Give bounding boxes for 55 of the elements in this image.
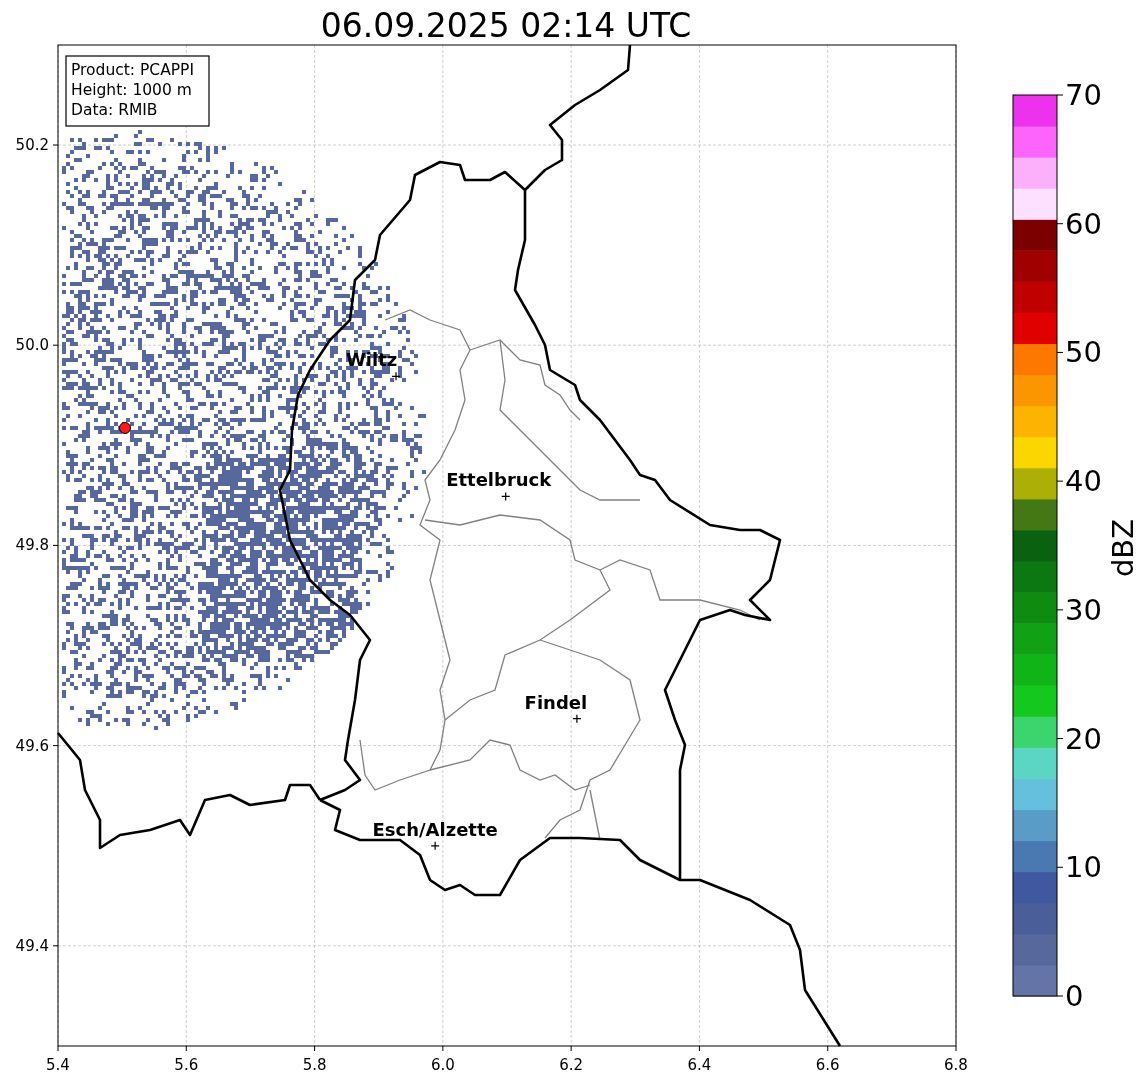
x-tick-label: 5.6 — [174, 1056, 199, 1074]
tick-mark — [52, 945, 59, 947]
tick-mark — [1056, 94, 1064, 96]
tick-mark — [1056, 866, 1064, 868]
city-label: Esch/Alzette — [372, 818, 498, 840]
tick-mark — [1056, 351, 1064, 353]
x-tick-label: 6.0 — [430, 1056, 455, 1074]
y-tick-label: 50.0 — [15, 336, 49, 355]
tick-mark — [52, 745, 59, 747]
y-tick-label: 50.2 — [15, 136, 49, 154]
tick-mark — [185, 1045, 187, 1052]
x-tick-label: 5.8 — [302, 1056, 327, 1074]
tick-mark — [314, 1045, 316, 1052]
city-marker-icon — [430, 841, 440, 851]
x-tick-label: 5.4 — [46, 1056, 70, 1074]
x-tick-label: 6.8 — [944, 1056, 968, 1074]
x-tick-label: 6.2 — [559, 1056, 584, 1074]
info-text: Data: RMIB — [71, 101, 158, 119]
colorbar-tick-label: 50 — [1065, 335, 1102, 370]
tick-mark — [1056, 480, 1064, 482]
colorbar-tick-label: 0 — [1065, 979, 1084, 1013]
city-marker-icon — [391, 371, 401, 381]
y-tick-label: 49.4 — [15, 936, 49, 955]
colorbar-tick-label: 10 — [1065, 850, 1102, 885]
tick-mark — [52, 144, 59, 146]
x-tick-label: 6.6 — [815, 1056, 840, 1074]
colorbar-tick-label: 30 — [1065, 592, 1102, 627]
y-tick-label: 49.8 — [15, 536, 49, 555]
colorbar-tick-label: 40 — [1065, 464, 1102, 499]
city-marker-icon — [501, 491, 511, 502]
tick-mark — [955, 1045, 957, 1052]
tick-mark — [698, 1045, 700, 1052]
info-text: Product: PCAPPI — [71, 61, 195, 79]
colorbar-tick-label: 60 — [1065, 206, 1102, 241]
tick-mark — [570, 1045, 572, 1052]
info-text: Height: 1000 m — [71, 81, 192, 99]
x-tick-label: 6.4 — [687, 1056, 712, 1074]
tick-mark — [57, 1045, 59, 1052]
colorbar-tick-label: 20 — [1065, 721, 1102, 756]
city-label: Findel — [524, 691, 588, 713]
tick-mark — [827, 1045, 829, 1052]
tick-mark — [52, 544, 59, 546]
colorbar-tick-label: 70 — [1065, 78, 1102, 112]
tick-mark — [1056, 738, 1064, 740]
tick-mark — [1056, 223, 1064, 225]
chart-title: 06.09.2025 02:14 UTC — [320, 6, 692, 45]
tick-mark — [1056, 995, 1064, 997]
y-tick-label: 49.6 — [15, 736, 49, 755]
city-marker-icon — [572, 714, 582, 724]
colorbar-label: dBZ — [1106, 518, 1140, 578]
tick-mark — [52, 344, 59, 346]
tick-mark — [442, 1045, 444, 1052]
city-label: Ettelbruck — [446, 469, 552, 491]
radar-site-marker — [119, 422, 131, 434]
tick-mark — [1056, 609, 1064, 611]
